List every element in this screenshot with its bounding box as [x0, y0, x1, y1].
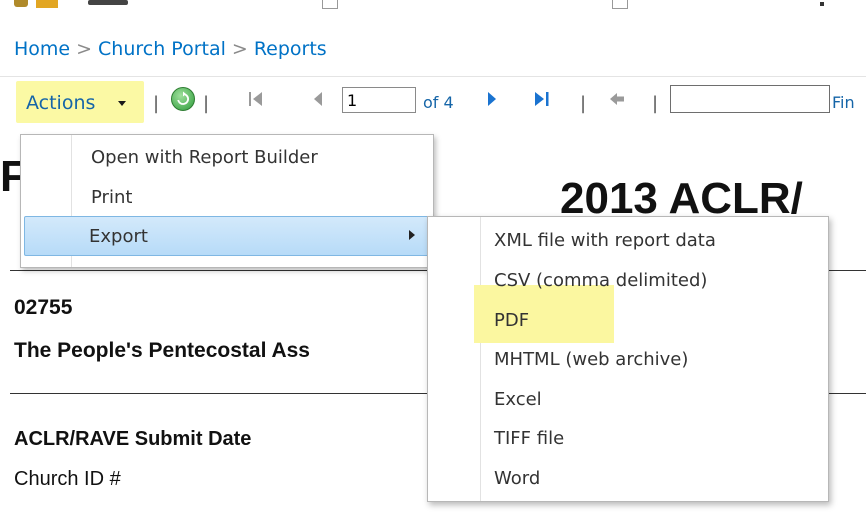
last-page-icon[interactable] — [533, 90, 551, 108]
checkbox-icon[interactable] — [322, 0, 338, 9]
prev-page-icon[interactable] — [312, 90, 324, 108]
find-link[interactable]: Fin — [832, 93, 855, 112]
toolbar-separator: | — [652, 93, 659, 114]
breadcrumb-separator: > — [76, 38, 93, 60]
first-page-icon[interactable] — [248, 90, 264, 108]
checkbox-icon[interactable] — [612, 0, 628, 9]
breadcrumb-separator: > — [231, 38, 248, 60]
dropdown-icon[interactable] — [820, 2, 824, 6]
breadcrumb: Home > Church Portal > Reports — [14, 38, 327, 60]
menu-gutter — [480, 217, 481, 501]
export-xml[interactable]: XML file with report data — [494, 230, 716, 251]
find-text-input[interactable] — [670, 85, 830, 113]
folder-icon[interactable] — [36, 0, 58, 8]
back-icon[interactable] — [609, 90, 625, 108]
submit-date-label: ACLR/RAVE Submit Date — [14, 428, 252, 450]
toolbar-separator: | — [203, 93, 210, 114]
church-name: The People's Pentecostal Ass — [14, 339, 310, 362]
breadcrumb-reports[interactable]: Reports — [254, 38, 327, 60]
export-pdf[interactable]: PDF — [494, 310, 529, 331]
report-toolbar: Actions | | of 4 | | Fin — [0, 76, 866, 127]
clipped-text — [88, 0, 128, 5]
menu-item-open-report-builder[interactable]: Open with Report Builder — [91, 147, 318, 168]
menu-item-print[interactable]: Print — [91, 187, 132, 208]
chevron-right-icon — [409, 230, 415, 240]
actions-menu-button[interactable]: Actions — [16, 81, 144, 123]
next-page-icon[interactable] — [486, 90, 498, 108]
export-word[interactable]: Word — [494, 468, 540, 489]
church-number: 02755 — [14, 296, 73, 319]
export-excel[interactable]: Excel — [494, 389, 542, 410]
toolbar-separator: | — [153, 93, 160, 114]
export-submenu: XML file with report data CSV (comma del… — [427, 216, 829, 502]
actions-label: Actions — [26, 92, 96, 114]
toolbar-separator: | — [580, 93, 587, 114]
export-mhtml[interactable]: MHTML (web archive) — [494, 349, 688, 370]
church-id-label: Church ID # — [14, 468, 121, 490]
breadcrumb-church-portal[interactable]: Church Portal — [98, 38, 226, 60]
actions-dropdown: Open with Report Builder Print Export — [20, 134, 434, 268]
export-csv[interactable]: CSV (comma delimited) — [494, 270, 707, 291]
export-label: Export — [89, 226, 148, 247]
page-number-input[interactable] — [342, 87, 416, 113]
menu-item-export[interactable]: Export — [24, 216, 430, 256]
top-toolbar-strip — [0, 0, 866, 12]
export-tiff[interactable]: TIFF file — [494, 428, 564, 449]
app-icon[interactable] — [14, 0, 28, 7]
refresh-icon[interactable] — [171, 87, 195, 111]
breadcrumb-home[interactable]: Home — [14, 38, 70, 60]
page-count: of 4 — [423, 93, 454, 112]
chevron-down-icon — [118, 101, 126, 106]
